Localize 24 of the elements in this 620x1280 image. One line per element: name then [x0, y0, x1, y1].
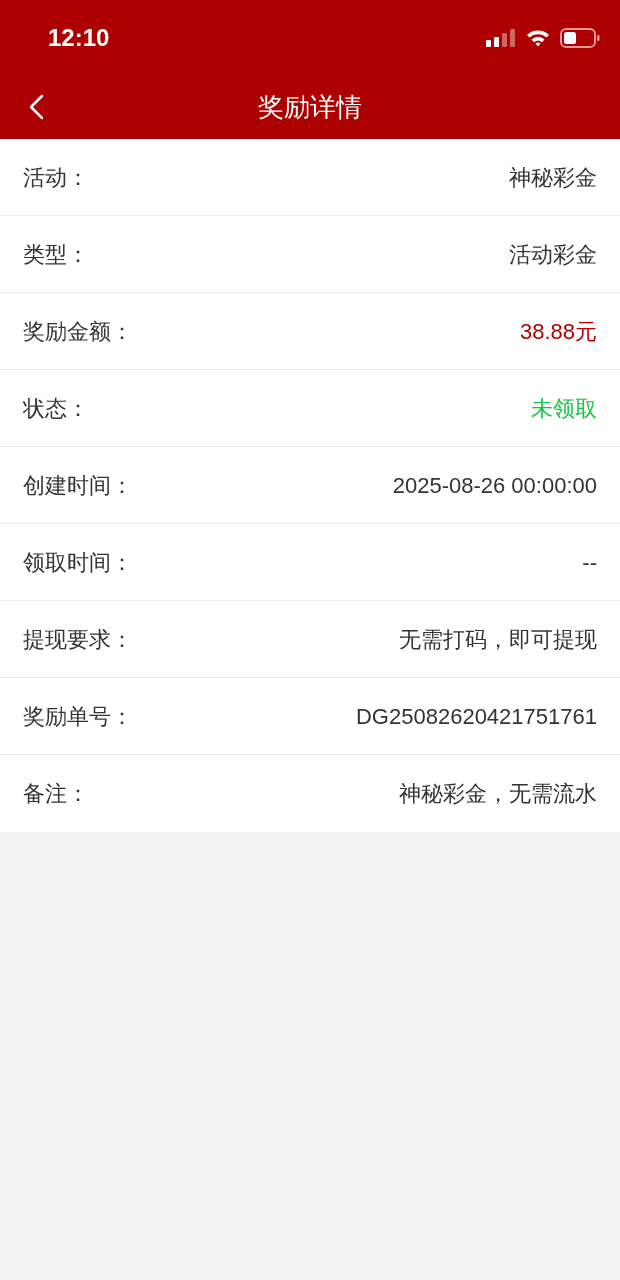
field-label: 奖励金额： — [23, 317, 133, 346]
field-value: 活动彩金 — [509, 240, 597, 269]
field-label: 类型： — [23, 240, 89, 269]
back-icon — [28, 94, 44, 120]
field-value: 未领取 — [531, 394, 597, 423]
signal-icon — [486, 28, 516, 47]
wifi-icon — [526, 28, 550, 47]
field-value: -- — [582, 548, 597, 577]
field-value: DG25082620421751761 — [356, 702, 597, 731]
field-label: 领取时间： — [23, 548, 133, 577]
field-label: 创建时间： — [23, 471, 133, 500]
field-value: 无需打码，即可提现 — [399, 625, 597, 654]
battery-icon — [560, 27, 600, 48]
field-value: 2025-08-26 00:00:00 — [392, 471, 597, 500]
field-value: 神秘彩金 — [509, 163, 597, 192]
field-label: 奖励单号： — [23, 702, 133, 731]
field-label: 状态： — [23, 394, 89, 423]
field-label: 提现要求： — [23, 625, 133, 654]
field-value: 38.88元 — [519, 317, 597, 346]
field-label: 活动： — [23, 163, 89, 192]
status-time: 12:10 — [48, 22, 110, 53]
field-value: 神秘彩金，无需流水 — [399, 780, 597, 808]
field-label: 备注： — [23, 780, 89, 808]
page-title: 奖励详情 — [258, 90, 362, 124]
